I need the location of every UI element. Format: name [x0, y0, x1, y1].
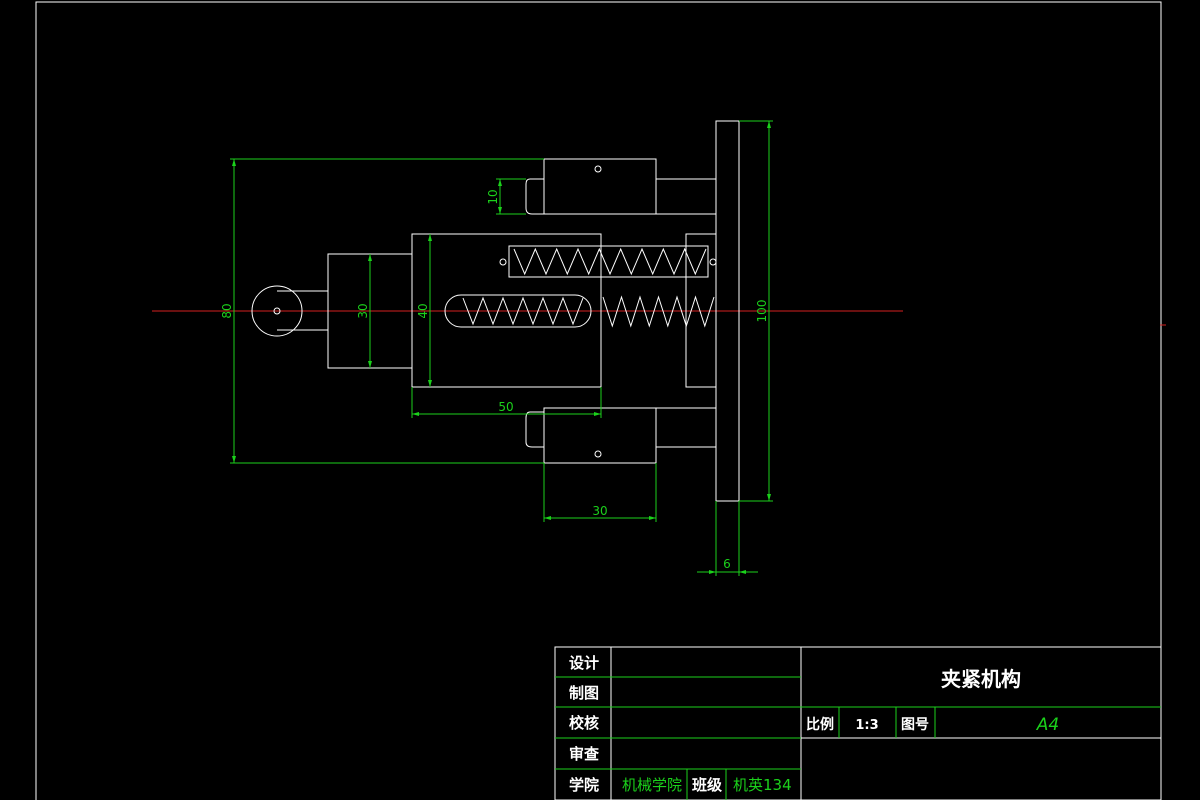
tb-college-label: 学院 — [569, 776, 599, 794]
tb-class-label: 班级 — [692, 776, 723, 794]
arrow — [544, 516, 551, 520]
tb-college-value: 机械学院 — [622, 776, 682, 794]
arrow — [649, 516, 656, 520]
tb-label-review: 审查 — [569, 745, 600, 763]
title-block: 设计 制图 校核 审查 学院 机械学院 班级 机英134 夹紧机构 比例 1:3… — [554, 646, 1162, 800]
guide-hole-top — [594, 165, 602, 173]
spring-end-left — [499, 258, 507, 266]
cad-drawing-canvas: 10 80 30 40 50 30 100 6 设计 制图 校核 审查 学院 机… — [35, 1, 1166, 800]
arrow — [739, 570, 746, 574]
dim10-label: 10 — [486, 189, 500, 204]
dim50-label: 50 — [498, 400, 513, 414]
dim80-label: 80 — [220, 303, 234, 318]
guide-pin-top — [525, 178, 544, 215]
dim40-label: 40 — [416, 303, 430, 318]
dimension-arrows — [232, 121, 771, 574]
arrow — [428, 380, 432, 387]
dim30v-label: 30 — [356, 303, 370, 318]
arrow — [594, 412, 601, 416]
tb-drawing-title: 夹紧机构 — [941, 667, 1021, 691]
dim100-label: 100 — [755, 300, 769, 323]
dimension-labels: 10 80 30 40 50 30 100 6 — [220, 189, 769, 571]
tb-class-value: 机英134 — [733, 776, 792, 794]
spring-top — [513, 247, 707, 276]
tb-drawno-value: A4 — [1036, 715, 1059, 735]
arrow — [428, 234, 432, 241]
guide-hole-bottom — [594, 450, 602, 458]
dim6-label: 6 — [723, 557, 731, 571]
tb-scale-value: 1:3 — [855, 718, 878, 733]
tb-scale-label: 比例 — [806, 716, 834, 733]
arrow — [498, 179, 502, 186]
dim30h-label: 30 — [592, 504, 607, 518]
arrow — [498, 207, 502, 214]
tb-label-design: 设计 — [569, 654, 599, 672]
dimension-lines — [230, 120, 773, 576]
spring-end-right — [709, 258, 717, 266]
arrow — [709, 570, 716, 574]
arrow — [412, 412, 419, 416]
tb-label-draw: 制图 — [569, 684, 599, 702]
arrow — [368, 254, 372, 261]
arrow — [232, 456, 236, 463]
tb-drawno-label: 图号 — [901, 717, 929, 733]
arrow — [767, 121, 771, 128]
arrow — [767, 494, 771, 501]
guide-pin-bottom — [525, 411, 544, 448]
guide-block-bottom — [543, 407, 657, 464]
tb-label-check: 校核 — [569, 714, 599, 732]
spring-housing-top — [508, 245, 709, 278]
arrow — [232, 159, 236, 166]
arrow — [368, 361, 372, 368]
